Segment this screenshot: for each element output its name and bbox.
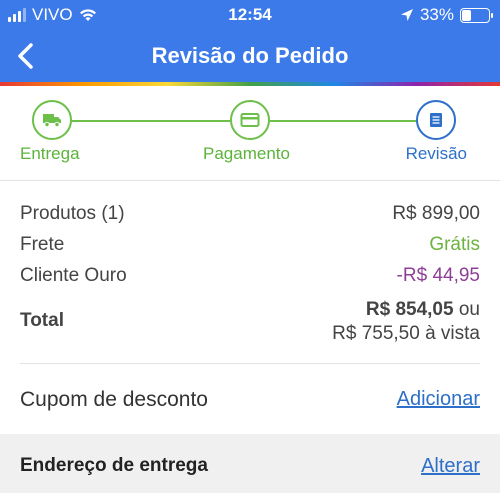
coupon-label: Cupom de desconto [20, 388, 208, 411]
total-value-block: R$ 854,05 ou R$ 755,50 à vista [332, 298, 480, 346]
checkout-stepper: Entrega Pagamento Revisão [0, 86, 500, 180]
step-label: Pagamento [203, 144, 290, 163]
app-header: VIVO 12:54 33% Revisão do Pedido [0, 0, 500, 86]
divider [20, 363, 480, 364]
delivery-address-section: Endereço de entrega Alterar [0, 434, 500, 493]
page-title: Revisão do Pedido [151, 43, 349, 68]
summary-row-products: Produtos (1) R$ 899,00 [20, 203, 480, 227]
document-icon [430, 113, 442, 127]
total-cash-price: R$ 755,50 à vista [332, 323, 480, 344]
products-value: R$ 899,00 [392, 203, 480, 224]
status-bar: VIVO 12:54 33% [0, 0, 500, 30]
shipping-label: Frete [20, 234, 65, 255]
location-arrow-icon [400, 9, 413, 21]
credit-card-icon [240, 113, 260, 127]
products-label: Produtos (1) [20, 203, 125, 224]
divider [0, 180, 500, 181]
add-coupon-link[interactable]: Adicionar [397, 388, 480, 411]
step-label: Entrega [20, 144, 80, 163]
step-label: Revisão [405, 144, 467, 163]
total-label: Total [20, 310, 64, 331]
navigation-bar: Revisão do Pedido [0, 30, 500, 82]
battery-icon [460, 7, 493, 23]
step-entrega-circle[interactable] [32, 100, 72, 140]
change-address-link[interactable]: Alterar [421, 455, 480, 478]
summary-row-shipping: Frete Grátis [20, 234, 480, 258]
delivery-address-heading: Endereço de entrega [20, 455, 208, 476]
battery-level [462, 9, 472, 21]
truck-icon [43, 114, 61, 128]
gold-discount-value: -R$ 44,95 [396, 265, 480, 286]
total-value: R$ 854,05 [365, 299, 454, 320]
battery-percent: 33% [419, 5, 454, 24]
gold-customer-label: Cliente Ouro [20, 265, 127, 286]
shipping-value: Grátis [429, 234, 480, 255]
summary-row-gold-discount: Cliente Ouro -R$ 44,95 [20, 265, 480, 289]
step-revisao-circle[interactable] [416, 100, 456, 140]
step-connector [72, 120, 230, 122]
total-or-text: ou [458, 299, 480, 320]
coupon-row: Cupom de desconto Adicionar [20, 386, 480, 416]
step-connector [270, 120, 416, 122]
step-pagamento-circle[interactable] [230, 100, 270, 140]
